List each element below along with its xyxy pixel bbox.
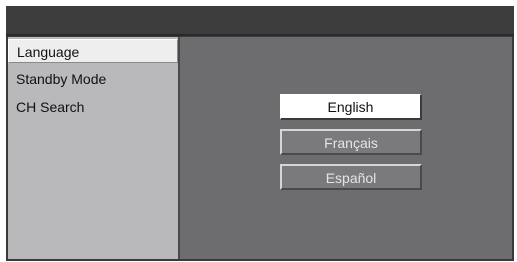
tv-menu-screen: Language Standby Mode CH Search English … xyxy=(6,6,514,261)
settings-sidebar: Language Standby Mode CH Search xyxy=(8,37,180,259)
sidebar-item-ch-search[interactable]: CH Search xyxy=(8,95,178,119)
language-option-espanol[interactable]: Español xyxy=(280,164,422,190)
menu-title-bar xyxy=(6,6,514,36)
sidebar-item-standby-mode[interactable]: Standby Mode xyxy=(8,67,178,91)
sidebar-item-language[interactable]: Language xyxy=(8,39,178,63)
language-option-francais[interactable]: Français xyxy=(280,129,422,155)
language-options-panel: English Français Español xyxy=(180,37,512,259)
language-option-english[interactable]: English xyxy=(280,94,422,120)
